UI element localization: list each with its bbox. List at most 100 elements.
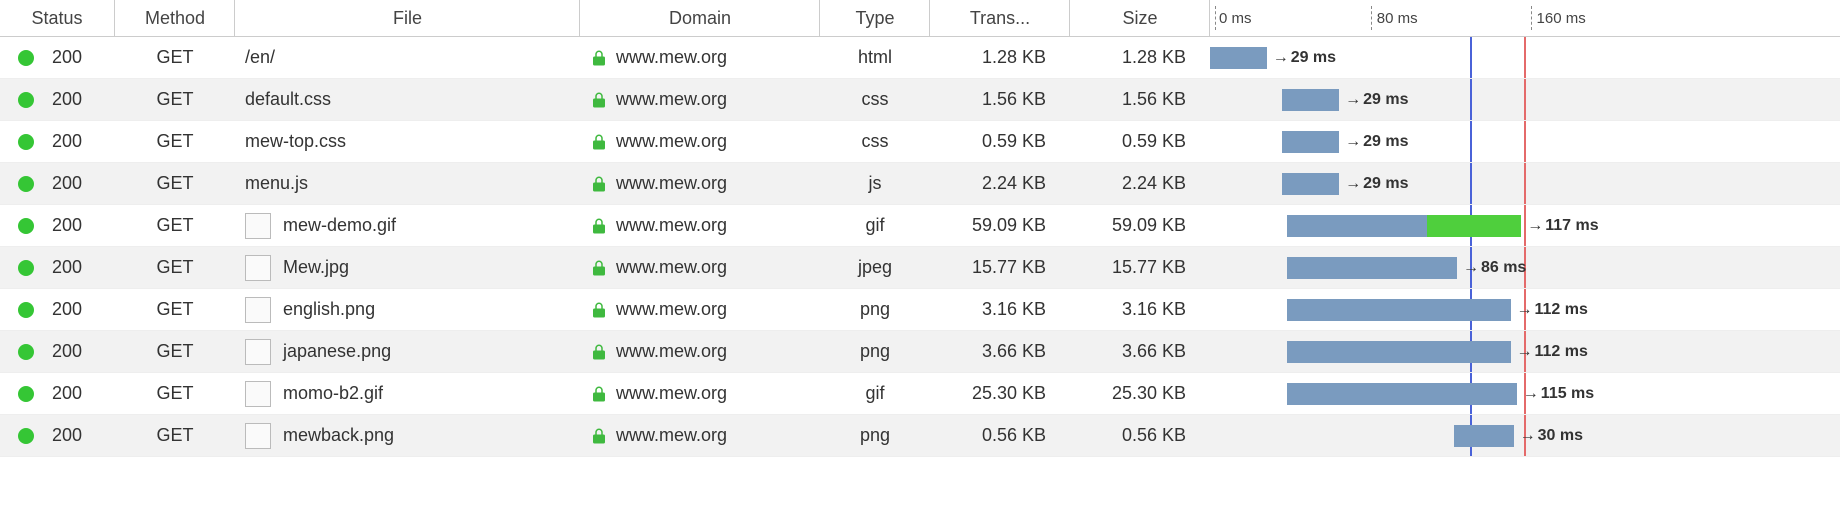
cell-domain: www.mew.org <box>580 331 820 372</box>
cell-size: 0.56 KB <box>1070 415 1210 456</box>
cell-method: GET <box>115 163 235 204</box>
cell-timeline: 112 ms <box>1210 289 1840 330</box>
file-thumbnail-icon <box>245 423 271 449</box>
table-row[interactable]: 200GETdefault.csswww.mew.orgcss1.56 KB1.… <box>0 79 1840 121</box>
dom-content-loaded-marker <box>1470 37 1472 78</box>
cell-domain: www.mew.org <box>580 37 820 78</box>
cell-size: 25.30 KB <box>1070 373 1210 414</box>
status-code: 200 <box>52 47 82 68</box>
col-header-type[interactable]: Type <box>820 0 930 36</box>
status-code: 200 <box>52 173 82 194</box>
timing-bar[interactable] <box>1282 131 1339 153</box>
cell-timeline: 86 ms <box>1210 247 1840 288</box>
lock-icon <box>590 217 604 235</box>
table-row[interactable]: 200GETmew-top.csswww.mew.orgcss0.59 KB0.… <box>0 121 1840 163</box>
status-dot-icon <box>18 92 34 108</box>
file-name: menu.js <box>245 173 308 194</box>
file-thumbnail-icon <box>245 297 271 323</box>
cell-transferred: 15.77 KB <box>930 247 1070 288</box>
timing-bar[interactable] <box>1287 257 1457 279</box>
timeline-tick: 0 ms <box>1215 0 1252 36</box>
cell-timeline: 30 ms <box>1210 415 1840 456</box>
lock-icon <box>590 427 604 445</box>
cell-transferred: 1.56 KB <box>930 79 1070 120</box>
cell-status: 200 <box>0 373 115 414</box>
cell-type: gif <box>820 373 930 414</box>
file-name: Mew.jpg <box>283 257 349 278</box>
cell-size: 1.28 KB <box>1070 37 1210 78</box>
timing-bar[interactable] <box>1210 47 1267 69</box>
table-row[interactable]: 200GETenglish.pngwww.mew.orgpng3.16 KB3.… <box>0 289 1840 331</box>
timing-bar[interactable] <box>1287 341 1511 363</box>
table-row[interactable]: 200GETMew.jpgwww.mew.orgjpeg15.77 KB15.7… <box>0 247 1840 289</box>
table-row[interactable]: 200GETmomo-b2.gifwww.mew.orggif25.30 KB2… <box>0 373 1840 415</box>
file-name: mew-demo.gif <box>283 215 396 236</box>
cell-transferred: 25.30 KB <box>930 373 1070 414</box>
cell-status: 200 <box>0 289 115 330</box>
cell-transferred: 1.28 KB <box>930 37 1070 78</box>
cell-domain: www.mew.org <box>580 79 820 120</box>
table-row[interactable]: 200GETmenu.jswww.mew.orgjs2.24 KB2.24 KB… <box>0 163 1840 205</box>
timing-bar[interactable] <box>1287 383 1517 405</box>
cell-method: GET <box>115 79 235 120</box>
cell-status: 200 <box>0 331 115 372</box>
cell-domain: www.mew.org <box>580 205 820 246</box>
cell-file: momo-b2.gif <box>235 373 580 414</box>
cell-method: GET <box>115 121 235 162</box>
cell-size: 0.59 KB <box>1070 121 1210 162</box>
cell-size: 3.16 KB <box>1070 289 1210 330</box>
col-header-method[interactable]: Method <box>115 0 235 36</box>
timing-bar[interactable] <box>1287 299 1511 321</box>
cell-method: GET <box>115 373 235 414</box>
dom-content-loaded-marker <box>1470 121 1472 162</box>
timeline-ruler: 0 ms80 ms160 ms <box>1211 0 1840 36</box>
cell-timeline: 117 ms <box>1210 205 1840 246</box>
cell-type: html <box>820 37 930 78</box>
col-header-size[interactable]: Size <box>1070 0 1210 36</box>
cell-method: GET <box>115 331 235 372</box>
lock-icon <box>590 385 604 403</box>
file-thumbnail-icon <box>245 213 271 239</box>
timing-bar[interactable] <box>1282 173 1339 195</box>
cell-type: png <box>820 289 930 330</box>
cell-domain: www.mew.org <box>580 415 820 456</box>
col-header-timeline[interactable]: 0 ms80 ms160 ms <box>1210 0 1840 36</box>
col-header-domain[interactable]: Domain <box>580 0 820 36</box>
table-header-row: Status Method File Domain Type Trans... … <box>0 0 1840 37</box>
domain-text: www.mew.org <box>616 299 727 320</box>
lock-icon <box>590 259 604 277</box>
table-row[interactable]: 200GETmewback.pngwww.mew.orgpng0.56 KB0.… <box>0 415 1840 457</box>
cell-transferred: 59.09 KB <box>930 205 1070 246</box>
timing-duration-label: 29 ms <box>1345 173 1408 195</box>
lock-icon <box>590 343 604 361</box>
cell-method: GET <box>115 289 235 330</box>
cell-file: mew-demo.gif <box>235 205 580 246</box>
cell-domain: www.mew.org <box>580 121 820 162</box>
load-event-marker <box>1524 163 1526 204</box>
table-row[interactable]: 200GET/en/www.mew.orghtml1.28 KB1.28 KB2… <box>0 37 1840 79</box>
timing-bar[interactable] <box>1287 215 1521 237</box>
status-dot-icon <box>18 176 34 192</box>
domain-text: www.mew.org <box>616 173 727 194</box>
dom-content-loaded-marker <box>1470 79 1472 120</box>
load-event-marker <box>1524 79 1526 120</box>
status-dot-icon <box>18 50 34 66</box>
timing-bar[interactable] <box>1454 425 1514 447</box>
cell-transferred: 3.16 KB <box>930 289 1070 330</box>
domain-text: www.mew.org <box>616 89 727 110</box>
cell-file: english.png <box>235 289 580 330</box>
col-header-trans[interactable]: Trans... <box>930 0 1070 36</box>
timing-duration-label: 112 ms <box>1517 299 1588 321</box>
cell-method: GET <box>115 415 235 456</box>
cell-method: GET <box>115 205 235 246</box>
table-row[interactable]: 200GETjapanese.pngwww.mew.orgpng3.66 KB3… <box>0 331 1840 373</box>
timing-duration-label: 117 ms <box>1527 215 1598 237</box>
col-header-status[interactable]: Status <box>0 0 115 36</box>
table-row[interactable]: 200GETmew-demo.gifwww.mew.orggif59.09 KB… <box>0 205 1840 247</box>
file-name: mewback.png <box>283 425 394 446</box>
timing-bar[interactable] <box>1282 89 1339 111</box>
col-header-file[interactable]: File <box>235 0 580 36</box>
cell-transferred: 0.59 KB <box>930 121 1070 162</box>
timing-duration-label: 86 ms <box>1463 257 1526 279</box>
cell-status: 200 <box>0 205 115 246</box>
